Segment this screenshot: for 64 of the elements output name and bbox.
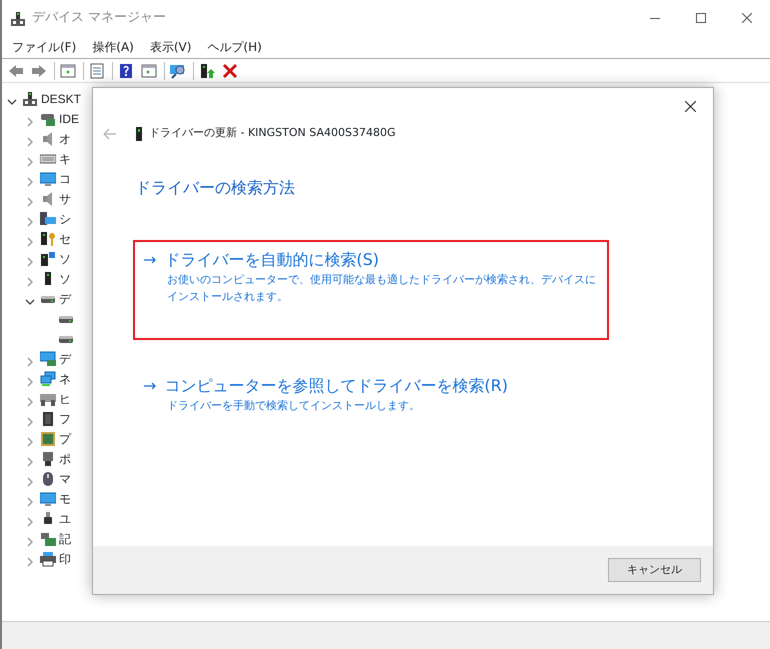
dialog-title: ドライバーの更新 - KINGSTON SA400S37480G <box>149 124 396 141</box>
tree-item-label[interactable]: 印 <box>59 550 71 568</box>
tree-item-label[interactable]: デ <box>59 290 71 308</box>
tree-item-label[interactable]: キ <box>59 150 71 168</box>
chip-icon <box>40 411 56 427</box>
tree-item-label[interactable]: モ <box>59 490 71 508</box>
tree-item-label[interactable]: DESKT <box>41 90 82 108</box>
tower-puzzle-icon <box>40 251 56 267</box>
menu-item[interactable]: ヘルプ(H) <box>207 38 262 56</box>
network-icon <box>40 371 56 387</box>
tree-item-label[interactable]: ソ <box>59 270 71 288</box>
close-icon <box>742 13 752 23</box>
tower-key-icon <box>40 231 56 247</box>
card-icon <box>40 111 56 127</box>
option-link[interactable]: → コンピューターを参照してドライバーを検索(R) ドライバーを手動で検索してインストールします。 <box>133 366 609 424</box>
menu-item[interactable]: 操作(A) <box>92 38 134 56</box>
printer-icon <box>40 551 56 567</box>
tree-item-label[interactable]: フ <box>59 410 71 428</box>
option-title: コンピューターを参照してドライバーを検索(R) <box>164 376 508 395</box>
tree-item-label[interactable]: サ <box>59 190 71 208</box>
monitor-icon <box>40 171 56 187</box>
delete-icon[interactable] <box>222 63 240 80</box>
mouse-icon <box>40 471 56 487</box>
pane-icon[interactable] <box>141 63 159 80</box>
gamepad-icon <box>40 391 56 407</box>
close-icon <box>684 100 696 112</box>
arrow-icon: → <box>143 250 156 269</box>
tower-icon <box>135 126 143 141</box>
tree-item-label[interactable]: プ <box>59 430 71 448</box>
tree-item-label[interactable]: ポ <box>59 450 71 468</box>
window-title: デバイス マネージャー <box>32 9 168 28</box>
computer-icon <box>22 91 38 107</box>
monitor-card-icon <box>40 351 56 367</box>
back-arrow-icon[interactable] <box>8 63 26 80</box>
processor-icon <box>40 431 56 447</box>
tree-item-label[interactable]: シ <box>59 210 71 228</box>
option-description: ドライバーを手動で検索してインストールします。 <box>166 398 421 414</box>
tree-item-label[interactable]: ユ <box>59 510 71 528</box>
tree-item-label[interactable]: ヒ <box>59 390 71 408</box>
tree-item-label[interactable]: マ <box>59 470 71 488</box>
tree-item-label[interactable]: セ <box>59 230 71 248</box>
tower-arrow-icon[interactable] <box>199 63 217 80</box>
option-description: お使いのコンピューターで、使用可能な最も適したドライバーが検索され、デバイスにインストールされます。 <box>166 272 597 304</box>
cancel-button[interactable]: キャンセル <box>608 558 701 582</box>
maximize-icon <box>696 13 706 23</box>
tree-item-label[interactable]: IDE <box>59 110 80 128</box>
menu-item[interactable]: ファイル(F) <box>12 38 76 56</box>
tree-item-label[interactable]: オ <box>59 130 71 148</box>
option-link[interactable]: → ドライバーを自動的に検索(S) お使いのコンピューターで、使用可能な最も適したドライバーが検索され、デバイスにインストールされます。 <box>133 240 609 340</box>
tree-item-label[interactable]: ソ <box>59 250 71 268</box>
monitor-icon <box>40 491 56 507</box>
tree-item-label[interactable]: 記 <box>59 530 71 548</box>
storage-card-icon <box>40 531 56 547</box>
tree-item-label[interactable]: コ <box>59 170 71 188</box>
system-icon <box>40 211 56 227</box>
menu-item[interactable]: 表示(V) <box>150 38 192 56</box>
option-title: ドライバーを自動的に検索(S) <box>164 250 380 269</box>
arrow-icon: → <box>143 376 156 395</box>
port-icon <box>40 451 56 467</box>
dialog-heading: ドライバーの検索方法 <box>135 177 296 199</box>
computer-icon <box>10 10 26 27</box>
tree-item-label[interactable]: デ <box>59 350 71 368</box>
tree-item-label[interactable]: ネ <box>59 370 71 388</box>
pane-icon[interactable] <box>60 63 78 80</box>
